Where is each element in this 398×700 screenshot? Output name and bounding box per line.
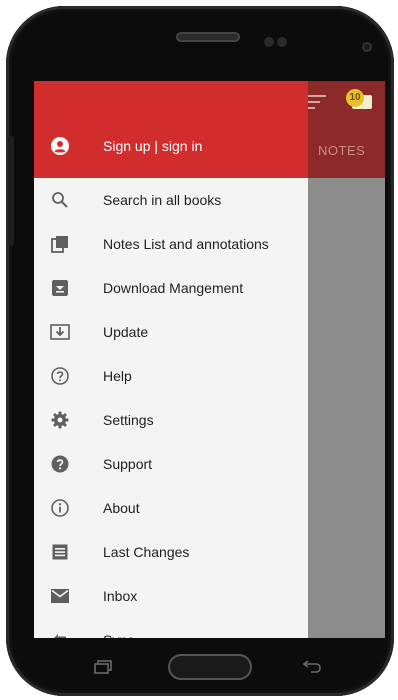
- menu-item-label: Support: [103, 456, 153, 472]
- notification-button[interactable]: 10: [346, 89, 376, 111]
- menu-item-support[interactable]: Support: [34, 442, 308, 486]
- tab-notes[interactable]: NOTES: [318, 143, 365, 158]
- side-button: [8, 136, 14, 246]
- menu-item-settings[interactable]: Settings: [34, 398, 308, 442]
- help-filled-icon: [50, 454, 70, 474]
- sensors: [264, 34, 290, 52]
- menu-item-label: Settings: [103, 412, 154, 428]
- menu-item-about[interactable]: About: [34, 486, 308, 530]
- menu-item-last-changes[interactable]: Last Changes: [34, 530, 308, 574]
- menu-item-notes[interactable]: Notes List and annotations: [34, 222, 308, 266]
- front-camera: [362, 42, 372, 52]
- menu-item-label: Help: [103, 368, 132, 384]
- menu-item-label: Notes List and annotations: [103, 236, 269, 252]
- menu-item-label: About: [103, 500, 140, 516]
- app-screen: 10 NOTES Sign up | sign in Search in all…: [34, 81, 385, 638]
- drawer-menu: Search in all books Notes List and annot…: [34, 178, 308, 638]
- menu-item-label: Sync: [103, 630, 134, 638]
- sign-in-link[interactable]: Sign up | sign in: [103, 137, 202, 155]
- gear-icon: [50, 410, 70, 430]
- home-button[interactable]: [168, 654, 252, 680]
- menu-item-inbox[interactable]: Inbox: [34, 574, 308, 618]
- menu-item-label: Inbox: [103, 588, 138, 604]
- search-icon: [50, 190, 70, 210]
- drawer-header[interactable]: Sign up | sign in: [34, 81, 308, 178]
- navigation-drawer: Sign up | sign in Search in all books No…: [34, 81, 308, 638]
- account-circle-icon: [51, 137, 69, 155]
- menu-item-download-management[interactable]: Download Mangement: [34, 266, 308, 310]
- system-navigation-bar: [34, 640, 385, 690]
- menu-item-label: Last Changes: [103, 544, 190, 560]
- notification-count-badge: 10: [346, 89, 364, 107]
- info-icon: [50, 498, 70, 518]
- earpiece-speaker: [176, 32, 240, 42]
- menu-item-search[interactable]: Search in all books: [34, 178, 308, 222]
- menu-item-label: Update: [103, 324, 149, 340]
- notes-library-icon: [50, 234, 70, 254]
- download-box-icon: [50, 278, 70, 298]
- recent-apps-icon[interactable]: [94, 660, 112, 674]
- menu-item-help[interactable]: Help: [34, 354, 308, 398]
- filter-lines-icon[interactable]: [308, 95, 326, 109]
- update-download-icon: [50, 322, 70, 342]
- sync-icon: [50, 630, 70, 638]
- mail-icon: [50, 586, 70, 606]
- menu-item-label: Download Mangement: [103, 280, 244, 296]
- help-outline-icon: [50, 366, 70, 386]
- menu-item-label: Search in all books: [103, 192, 222, 208]
- menu-item-sync[interactable]: Sync: [34, 618, 308, 638]
- back-icon[interactable]: [302, 658, 322, 674]
- list-icon: [50, 542, 70, 562]
- menu-item-update[interactable]: Update: [34, 310, 308, 354]
